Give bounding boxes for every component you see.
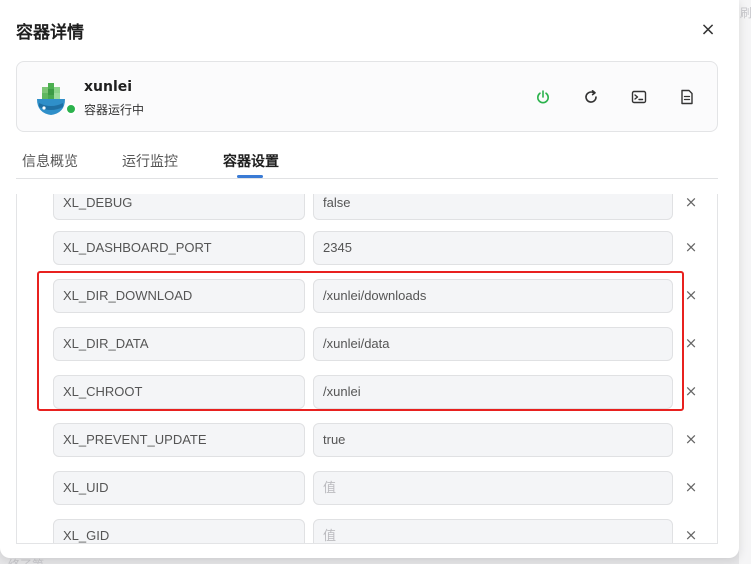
remove-env-button[interactable]: × bbox=[682, 526, 700, 543]
env-key-field[interactable]: XL_PREVENT_UPDATE bbox=[53, 423, 305, 457]
background-page-strip: 刷 bbox=[739, 0, 751, 564]
remove-env-button[interactable]: × bbox=[682, 238, 700, 256]
log-icon bbox=[681, 89, 693, 105]
container-info-card: xunlei 容器运行中 bbox=[16, 61, 718, 132]
env-variables-panel: XL_DEBUG false × XL_DASHBOARD_PORT 2345 … bbox=[16, 194, 718, 544]
env-value-field[interactable]: /xunlei bbox=[313, 375, 673, 409]
running-status-dot bbox=[65, 103, 77, 115]
close-button[interactable]: × bbox=[698, 20, 718, 40]
env-value-field[interactable]: 2345 bbox=[313, 231, 673, 265]
env-value-field[interactable]: 值 bbox=[313, 519, 673, 543]
env-row: XL_GID 值 × bbox=[53, 519, 703, 543]
active-tab-indicator bbox=[237, 175, 263, 178]
power-button[interactable] bbox=[532, 86, 554, 108]
container-status-text: 容器运行中 bbox=[84, 103, 145, 117]
env-value-field[interactable]: false bbox=[313, 194, 673, 220]
env-key-field[interactable]: XL_DASHBOARD_PORT bbox=[53, 231, 305, 265]
env-value-field[interactable]: /xunlei/data bbox=[313, 327, 673, 361]
tab-overview[interactable]: 信息概览 bbox=[22, 151, 78, 171]
dialog-title: 容器详情 bbox=[16, 23, 84, 43]
xunlei-app-icon bbox=[33, 77, 69, 117]
remove-env-button[interactable]: × bbox=[682, 478, 700, 496]
container-detail-dialog: 容器详情 × xunlei 容器运行中 信息概览 运行监控 容器设置 XL_DE… bbox=[0, 0, 739, 558]
remove-env-button[interactable]: × bbox=[682, 194, 700, 211]
env-row: XL_CHROOT /xunlei × bbox=[53, 375, 703, 409]
remove-env-button[interactable]: × bbox=[682, 430, 700, 448]
env-row: XL_UID 值 × bbox=[53, 471, 703, 505]
terminal-button[interactable] bbox=[628, 86, 650, 108]
env-key-field[interactable]: XL_DIR_DOWNLOAD bbox=[53, 279, 305, 313]
log-button[interactable] bbox=[676, 86, 698, 108]
tab-settings[interactable]: 容器设置 bbox=[223, 151, 279, 171]
env-key-field[interactable]: XL_DIR_DATA bbox=[53, 327, 305, 361]
env-value-field[interactable]: /xunlei/downloads bbox=[313, 279, 673, 313]
container-name: xunlei bbox=[84, 79, 133, 95]
tab-monitoring[interactable]: 运行监控 bbox=[122, 151, 178, 171]
env-row: XL_DEBUG false × bbox=[53, 194, 703, 220]
env-value-field[interactable]: true bbox=[313, 423, 673, 457]
restart-button[interactable] bbox=[580, 86, 602, 108]
env-row: XL_DIR_DATA /xunlei/data × bbox=[53, 327, 703, 361]
env-row: XL_DIR_DOWNLOAD /xunlei/downloads × bbox=[53, 279, 703, 313]
env-row: XL_DASHBOARD_PORT 2345 × bbox=[53, 231, 703, 265]
env-key-field[interactable]: XL_DEBUG bbox=[53, 194, 305, 220]
terminal-icon bbox=[631, 90, 647, 104]
env-key-field[interactable]: XL_GID bbox=[53, 519, 305, 543]
env-key-field[interactable]: XL_CHROOT bbox=[53, 375, 305, 409]
detail-tabs: 信息概览 运行监控 容器设置 bbox=[16, 148, 718, 179]
env-value-field[interactable]: 值 bbox=[313, 471, 673, 505]
remove-env-button[interactable]: × bbox=[682, 382, 700, 400]
restart-icon bbox=[585, 90, 597, 103]
remove-env-button[interactable]: × bbox=[682, 286, 700, 304]
power-icon bbox=[537, 90, 549, 104]
remove-env-button[interactable]: × bbox=[682, 334, 700, 352]
env-key-field[interactable]: XL_UID bbox=[53, 471, 305, 505]
env-row: XL_PREVENT_UPDATE true × bbox=[53, 423, 703, 457]
background-text: 刷 bbox=[740, 6, 751, 20]
